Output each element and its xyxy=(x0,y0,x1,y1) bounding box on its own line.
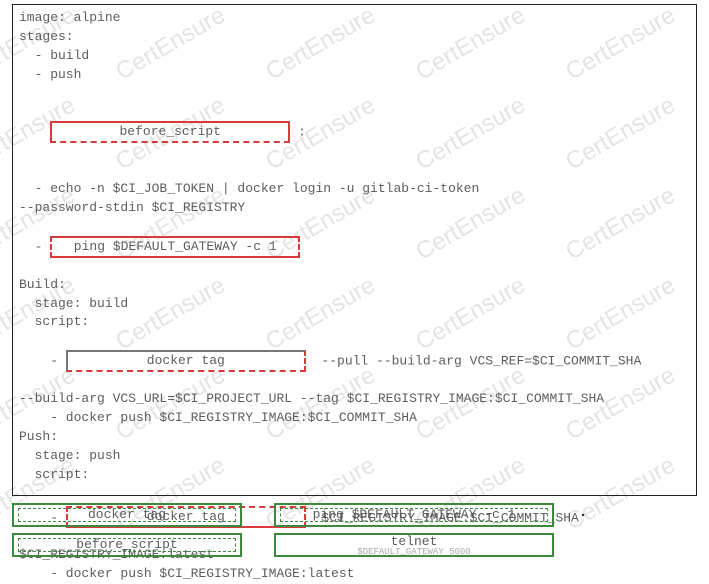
code-line: - ping $DEFAULT_GATEWAY -c 1 xyxy=(19,236,690,258)
code-line: - push xyxy=(19,66,690,85)
code-line: script: xyxy=(19,466,690,485)
code-text: : xyxy=(290,125,306,140)
code-line: stages: xyxy=(19,28,690,47)
code-text: - xyxy=(19,239,50,254)
code-text: - xyxy=(19,354,66,369)
option-ping[interactable]: ping $DEFAULT_GATEWAY -c 1 xyxy=(274,503,554,527)
answer-options: docker tag ping $DEFAULT_GATEWAY -c 1 be… xyxy=(12,503,697,563)
drop-target-before-script[interactable]: before_script xyxy=(50,121,290,143)
code-text: --pull --build-arg VCS_REF=$CI_COMMIT_SH… xyxy=(306,354,641,369)
drop-target-docker-tag-build[interactable]: docker tag xyxy=(66,350,306,372)
code-line: - echo -n $CI_JOB_TOKEN | docker login -… xyxy=(19,180,690,199)
drop-target-ping[interactable]: ping $DEFAULT_GATEWAY -c 1 xyxy=(50,236,300,258)
code-line: - docker push $CI_REGISTRY_IMAGE:$CI_COM… xyxy=(19,409,690,428)
option-telnet[interactable]: telnet $DEFAULT_GATEWAY 5000 xyxy=(274,533,554,557)
code-line: script: xyxy=(19,313,690,332)
option-before-script[interactable]: before_script xyxy=(12,533,242,557)
code-line: image: alpine xyxy=(19,9,690,28)
code-line: - docker tag --pull --build-arg VCS_REF=… xyxy=(19,350,690,372)
code-line: Build: xyxy=(19,276,690,295)
code-line: - docker push $CI_REGISTRY_IMAGE:latest xyxy=(19,565,690,584)
code-line: - build xyxy=(19,47,690,66)
code-block: image: alpine stages: - build - push bef… xyxy=(12,4,697,496)
code-line: stage: build xyxy=(19,295,690,314)
option-telnet-sub: $DEFAULT_GATEWAY 5000 xyxy=(276,548,552,557)
code-line: Push: xyxy=(19,428,690,447)
code-line: --build-arg VCS_URL=$CI_PROJECT_URL --ta… xyxy=(19,390,690,409)
option-docker-tag[interactable]: docker tag xyxy=(12,503,242,527)
code-line: before_script : xyxy=(19,102,690,162)
code-line: stage: push xyxy=(19,447,690,466)
code-line: --password-stdin $CI_REGISTRY xyxy=(19,199,690,218)
